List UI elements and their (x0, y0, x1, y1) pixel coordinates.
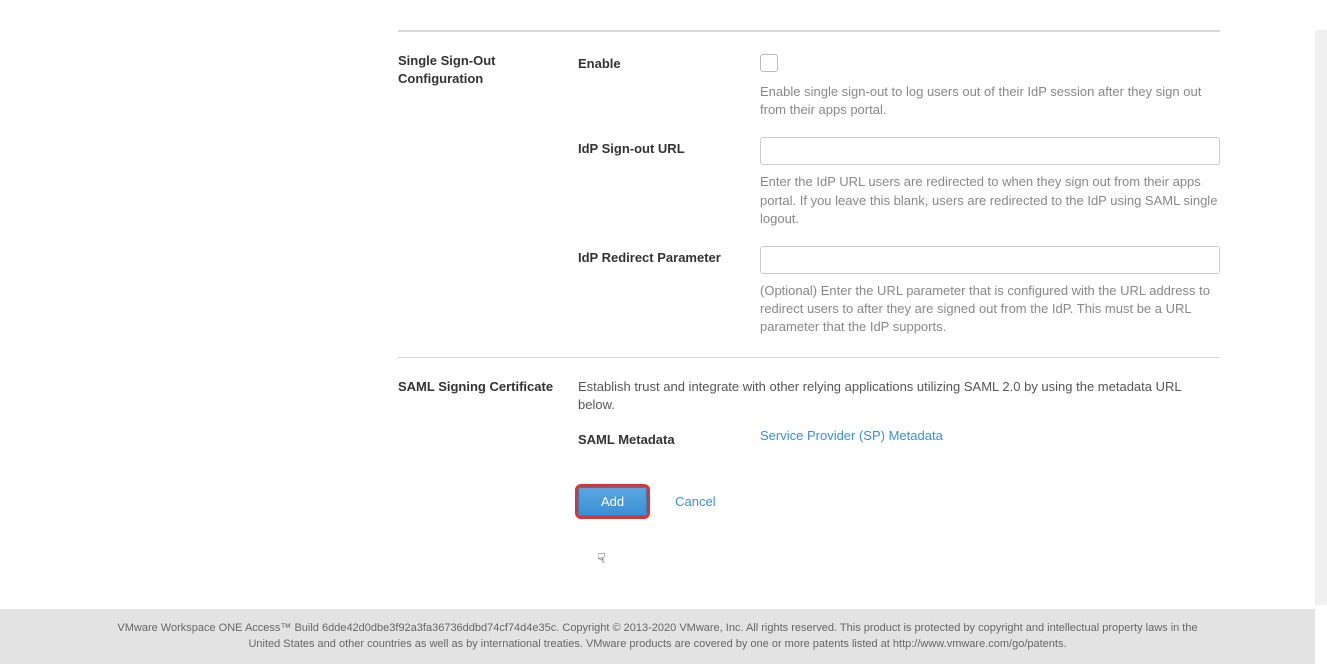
sp-metadata-link[interactable]: Service Provider (SP) Metadata (760, 428, 943, 443)
signout-url-help-text: Enter the IdP URL users are redirected t… (760, 173, 1220, 228)
section-single-sign-out: Single Sign-Out Configuration Enable Ena… (398, 31, 1220, 357)
form-container: Single Sign-Out Configuration Enable Ena… (0, 30, 1220, 546)
saml-metadata-label: SAML Metadata (578, 428, 760, 447)
add-button[interactable]: Add (578, 487, 647, 516)
cancel-button[interactable]: Cancel (675, 494, 715, 509)
cursor-pointer-icon: ☟ (597, 550, 606, 567)
redirect-param-input[interactable] (760, 246, 1220, 274)
scrollbar[interactable] (1315, 30, 1327, 605)
signout-url-input[interactable] (760, 137, 1220, 165)
section-title-sso: Single Sign-Out Configuration (398, 52, 578, 337)
footer: VMware Workspace ONE Access™ Build 6dde4… (0, 609, 1315, 664)
enable-checkbox[interactable] (760, 54, 778, 72)
saml-description: Establish trust and integrate with other… (578, 378, 1220, 414)
enable-help-text: Enable single sign-out to log users out … (760, 83, 1220, 119)
redirect-param-help-text: (Optional) Enter the URL parameter that … (760, 282, 1220, 337)
section-title-saml: SAML Signing Certificate (398, 378, 578, 447)
action-button-row: Add Cancel (398, 467, 1220, 546)
section-saml-cert: SAML Signing Certificate Establish trust… (398, 357, 1220, 467)
redirect-param-label: IdP Redirect Parameter (578, 246, 760, 337)
enable-label: Enable (578, 52, 760, 119)
footer-text: VMware Workspace ONE Access™ Build 6dde4… (117, 622, 1197, 649)
signout-url-label: IdP Sign-out URL (578, 137, 760, 228)
